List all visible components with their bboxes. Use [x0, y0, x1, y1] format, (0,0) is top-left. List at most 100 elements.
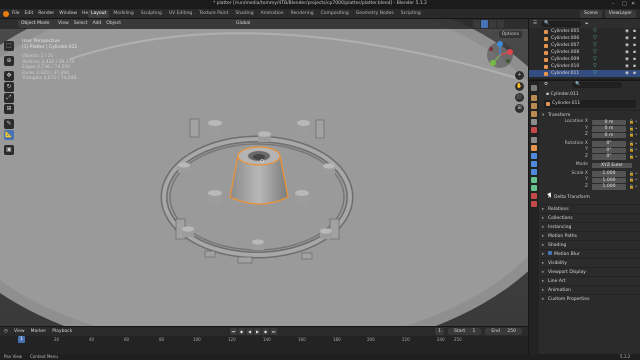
scene-tab-icon[interactable] — [531, 119, 537, 125]
outliner-item[interactable]: Cylinder.005 ▽ ◉ ▪ — [529, 28, 640, 35]
panel-shading[interactable]: Shading — [540, 240, 640, 250]
blender-logo-icon[interactable] — [3, 11, 9, 17]
viewport-menu-select[interactable]: Select — [74, 21, 88, 26]
pan-icon[interactable]: ✋ — [515, 82, 524, 91]
measure-icon[interactable]: 📐 — [4, 130, 14, 140]
panel-motion-blur[interactable]: Motion Blur — [540, 249, 640, 259]
playhead[interactable]: 1 — [18, 336, 25, 343]
start-frame-field[interactable]: Start 1 — [448, 328, 482, 335]
panel-animation[interactable]: Animation — [540, 285, 640, 295]
wireframe-shading-icon[interactable] — [473, 20, 480, 28]
constraints-tab-icon[interactable] — [531, 177, 537, 183]
menu-file[interactable]: File — [12, 11, 20, 16]
tab-uv-editing[interactable]: UV Editing — [166, 10, 195, 18]
tab-modeling[interactable]: Modeling — [110, 10, 136, 18]
tab-shading[interactable]: Shading — [232, 10, 256, 18]
timeline-ruler[interactable]: 1 20 40 60 80 100 120 140 160 180 200 22… — [0, 336, 528, 344]
scale-y-field[interactable]: 1.000 — [592, 177, 626, 183]
location-x-field[interactable]: 0 m — [592, 119, 626, 125]
rotation-y-field[interactable]: 0° — [592, 147, 626, 153]
menu-render[interactable]: Render — [38, 11, 54, 16]
jump-start-icon[interactable]: ⏮ — [230, 328, 237, 335]
viewport-menu-object[interactable]: Object — [106, 21, 121, 26]
render-tab-icon[interactable] — [531, 95, 537, 101]
viewport-scene[interactable] — [0, 19, 528, 326]
transform-icon[interactable]: ⊞ — [4, 104, 14, 114]
view-layer-tab-icon[interactable] — [531, 111, 537, 117]
view-layer-selector[interactable]: ViewLayer — [604, 10, 636, 18]
ortho-toggle-icon[interactable]: ⊞ — [515, 104, 524, 113]
options-dropdown[interactable]: Options — [498, 31, 522, 38]
location-z-field[interactable]: 0 m — [592, 132, 626, 138]
tab-texture-paint[interactable]: Texture Paint — [196, 10, 231, 18]
annotate-icon[interactable]: ✎ — [4, 119, 14, 129]
panel-collections[interactable]: Collections — [540, 213, 640, 223]
jump-end-icon[interactable]: ⏭ — [270, 328, 277, 335]
panel-instancing[interactable]: Instancing — [540, 222, 640, 232]
timeline-editor[interactable]: ◷ View Marker Playback ⏮ ◆ ◀ ▶ ◆ ⏭ 1 Sta… — [0, 326, 528, 354]
rotate-icon[interactable]: ↻ — [4, 82, 14, 92]
timeline-menu-marker[interactable]: Marker — [31, 329, 47, 334]
navigation-gizmo[interactable] — [486, 41, 514, 69]
properties-search-input[interactable]: 🔍 — [572, 82, 622, 88]
physics-tab-icon[interactable] — [531, 169, 537, 175]
material-tab-icon[interactable] — [531, 193, 537, 199]
rendered-shading-icon[interactable] — [497, 20, 504, 28]
outliner-item[interactable]: Cylinder.007 ▽ ◉ ▪ — [529, 42, 640, 49]
world-tab-icon[interactable] — [531, 127, 537, 133]
properties-editor[interactable]: ⚙ 🔍 ▪ Cylinder.011 Cylinder.011 Transfor… — [528, 80, 640, 355]
menu-edit[interactable]: Edit — [25, 11, 34, 16]
data-tab-icon[interactable] — [531, 185, 537, 191]
motion-blur-checkbox[interactable] — [548, 251, 552, 255]
current-frame-field[interactable]: 1 — [435, 328, 445, 335]
panel-line-art[interactable]: Line Art — [540, 276, 640, 286]
tab-animation[interactable]: Animation — [258, 10, 287, 18]
outliner-item-selected[interactable]: Cylinder.011 ▽ ◉ ▪ — [529, 70, 640, 77]
scale-icon[interactable]: ⤢ — [4, 93, 14, 103]
panel-custom-properties[interactable]: Custom Properties — [540, 294, 640, 304]
outliner[interactable]: ☰ 🔍 ⏷ Cylinder.005 ▽ ◉ ▪ Cylinder.006 ▽ ◉ ▪ Cy… — [528, 19, 640, 79]
select-box-icon[interactable]: ⬚ — [4, 41, 14, 51]
filter-icon[interactable]: ⏷ — [585, 21, 589, 27]
scale-z-field[interactable]: 1.000 — [592, 184, 626, 190]
subpanel-delta-transform[interactable]: Delta Transform — [540, 194, 640, 202]
viewport-menu-add[interactable]: Add — [93, 21, 102, 26]
timeline-menu-view[interactable]: View — [14, 329, 25, 334]
object-mode-dropdown[interactable]: Object Mode — [18, 20, 53, 28]
material-shading-icon[interactable] — [489, 20, 496, 28]
prev-key-icon[interactable]: ◆ — [238, 328, 245, 335]
tab-compositing[interactable]: Compositing — [318, 10, 352, 18]
outliner-item[interactable]: Cylinder.006 ▽ ◉ ▪ — [529, 35, 640, 42]
texture-tab-icon[interactable] — [531, 201, 537, 207]
add-cube-icon[interactable]: ▣ — [4, 145, 14, 155]
tab-geometry-nodes[interactable]: Geometry Nodes — [353, 10, 397, 18]
move-icon[interactable]: ✥ — [4, 71, 14, 81]
rotation-z-field[interactable]: 0° — [592, 154, 626, 160]
rotation-mode-dropdown[interactable]: XYZ Euler — [592, 162, 632, 168]
play-icon[interactable]: ▶ — [254, 328, 261, 335]
tab-layout[interactable]: Layout — [88, 10, 110, 18]
properties-editor-icon[interactable]: ⚙ — [544, 82, 548, 87]
object-name-field[interactable]: Cylinder.011 — [544, 100, 636, 108]
close-button[interactable]: ✕ — [631, 1, 635, 7]
outliner-search-input[interactable]: 🔍 — [541, 20, 582, 27]
end-frame-field[interactable]: End 250 — [485, 328, 522, 335]
panel-transform[interactable]: Transform — [540, 110, 640, 120]
outliner-item[interactable]: Cylinder.009 ▽ ◉ ▪ — [529, 56, 640, 63]
camera-view-icon[interactable]: 🎥 — [515, 93, 524, 102]
next-key-icon[interactable]: ◆ — [262, 328, 269, 335]
panel-viewport-display[interactable]: Viewport Display — [540, 267, 640, 277]
tab-rendering[interactable]: Rendering — [288, 10, 317, 18]
maximize-button[interactable]: □ — [622, 1, 627, 7]
transform-orientation-dropdown[interactable]: Global — [232, 20, 255, 28]
output-tab-icon[interactable] — [531, 103, 537, 109]
timeline-editor-type-icon[interactable]: ◷ — [4, 329, 8, 334]
selected-cone-object[interactable] — [229, 146, 289, 205]
timeline-menu-playback[interactable]: Playback — [52, 329, 72, 334]
solid-shading-icon[interactable] — [481, 20, 488, 28]
zoom-icon[interactable]: + — [515, 71, 524, 80]
particles-tab-icon[interactable] — [531, 161, 537, 167]
scale-x-field[interactable]: 1.000 — [592, 171, 626, 177]
minimize-button[interactable]: – — [612, 1, 615, 7]
location-y-field[interactable]: 0 m — [592, 126, 626, 132]
